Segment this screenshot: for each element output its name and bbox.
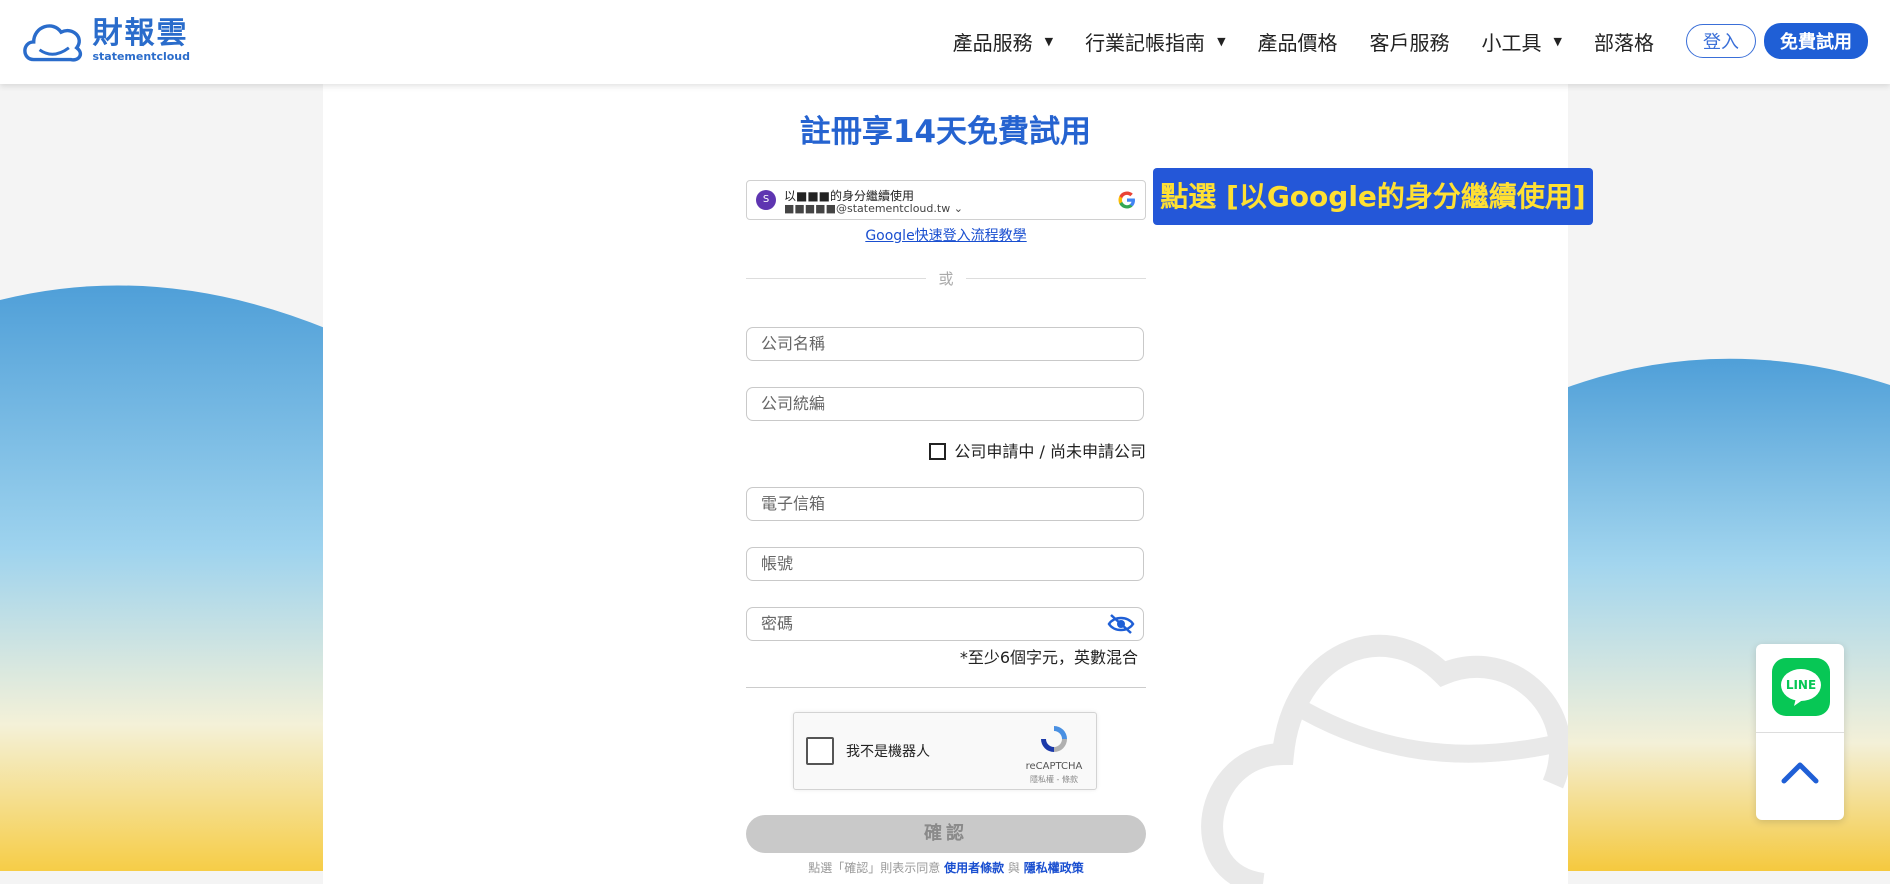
float-separator — [1756, 732, 1844, 733]
password-input[interactable]: 密碼 — [746, 607, 1144, 641]
recaptcha-terms[interactable]: 隱私權 - 條款 — [1024, 774, 1084, 785]
line-chat-button[interactable]: LINE — [1772, 658, 1830, 716]
form-divider — [746, 687, 1146, 688]
google-logo-icon — [1118, 191, 1135, 209]
main-nav: 產品服務 ▼ 行業記帳指南 ▼ 產品價格 客戶服務 小工具 ▼ 部落格 登入 免費試用 — [921, 22, 1868, 60]
confirm-button[interactable]: 確認 — [746, 815, 1146, 853]
terms-text: 點選「確認」則表示同意 使用者條款 與 隱私權政策 — [746, 859, 1146, 876]
company-pending-checkbox-row[interactable]: 公司申請中 / 尚未申請公司 — [746, 438, 1146, 462]
email-input[interactable]: 電子信箱 — [746, 487, 1144, 521]
company-name-input[interactable]: 公司名稱 — [746, 327, 1144, 361]
google-account-email: ■■■■■@statementcloud.tw ⌄ — [784, 202, 963, 215]
password-placeholder: 密碼 — [761, 614, 794, 633]
site-header: 財報雲 statementcloud 產品服務 ▼ 行業記帳指南 ▼ 產品價格 客戶… — [0, 0, 1890, 84]
terms-prefix: 點選「確認」則表示同意 — [808, 861, 941, 875]
site-logo[interactable]: 財報雲 statementcloud — [20, 14, 190, 66]
account-input[interactable]: 帳號 — [746, 547, 1144, 581]
company-pending-label: 公司申請中 / 尚未申請公司 — [954, 442, 1146, 461]
nav-industry-guide-label: 行業記帳指南 — [1085, 30, 1206, 55]
scroll-to-top-icon[interactable] — [1780, 756, 1820, 786]
nav-pricing-label: 產品價格 — [1257, 30, 1338, 55]
user-terms-link[interactable]: 使用者條款 — [944, 861, 1004, 875]
nav-tools[interactable]: 小工具 ▼ — [1482, 27, 1562, 56]
recaptcha-brand: reCAPTCHA — [1025, 761, 1083, 772]
recaptcha-logo: reCAPTCHA 隱私權 - 條款 — [1024, 723, 1084, 785]
page-title: 註冊享14天免費試用 — [799, 114, 1092, 150]
avatar: S — [756, 190, 776, 210]
caret-down-icon: ▼ — [1217, 34, 1226, 48]
eye-off-icon[interactable] — [1107, 613, 1135, 635]
password-hint: *至少6個字元，英數混合 — [959, 648, 1138, 667]
google-login-tutorial-link[interactable]: Google快速登入流程教學 — [746, 225, 1146, 245]
terms-and: 與 — [1007, 861, 1020, 875]
instruction-callout: 點選 [以Google的身分繼續使用] — [1153, 168, 1593, 225]
chevron-down-icon: ⌄ — [953, 202, 963, 215]
caret-down-icon: ▼ — [1044, 34, 1054, 48]
nav-blog-label: 部落格 — [1594, 30, 1654, 55]
nav-tools-label: 小工具 — [1481, 30, 1542, 55]
cloud-watermark-icon — [1201, 634, 1568, 884]
company-id-input[interactable]: 公司統編 — [746, 387, 1144, 421]
logo-title: 財報雲 — [92, 15, 189, 51]
logo-subtitle: statementcloud — [92, 49, 190, 63]
login-button[interactable]: 登入 — [1686, 24, 1756, 58]
google-continue-button[interactable]: S 以■■■的身分繼續使用 ■■■■■@statementcloud.tw ⌄ — [746, 180, 1146, 220]
caret-down-icon: ▼ — [1553, 34, 1562, 48]
privacy-policy-link[interactable]: 隱私權政策 — [1024, 861, 1084, 875]
nav-pricing[interactable]: 產品價格 — [1258, 27, 1338, 56]
free-trial-button[interactable]: 免費試用 — [1764, 23, 1868, 59]
recaptcha-label: 我不是機器人 — [846, 744, 930, 760]
cloud-logo-icon — [23, 24, 83, 62]
recaptcha-widget: 我不是機器人 reCAPTCHA 隱私權 - 條款 — [793, 712, 1097, 790]
recaptcha-checkbox[interactable] — [806, 737, 834, 765]
nav-products[interactable]: 產品服務 ▼ — [953, 27, 1053, 56]
or-text: 或 — [938, 270, 954, 288]
recaptcha-icon — [1041, 726, 1067, 752]
line-label: LINE — [1785, 678, 1817, 692]
company-pending-checkbox[interactable] — [929, 443, 947, 460]
nav-products-label: 產品服務 — [952, 30, 1033, 55]
google-account-email-text: ■■■■■@statementcloud.tw — [784, 202, 951, 215]
nav-customer-service[interactable]: 客戶服務 — [1370, 27, 1450, 56]
floating-widgets: LINE — [1756, 644, 1844, 820]
or-divider: 或 — [746, 268, 1146, 288]
nav-industry-guide[interactable]: 行業記帳指南 ▼ — [1085, 27, 1225, 56]
nav-blog[interactable]: 部落格 — [1594, 27, 1654, 56]
nav-customer-service-label: 客戶服務 — [1369, 30, 1450, 55]
